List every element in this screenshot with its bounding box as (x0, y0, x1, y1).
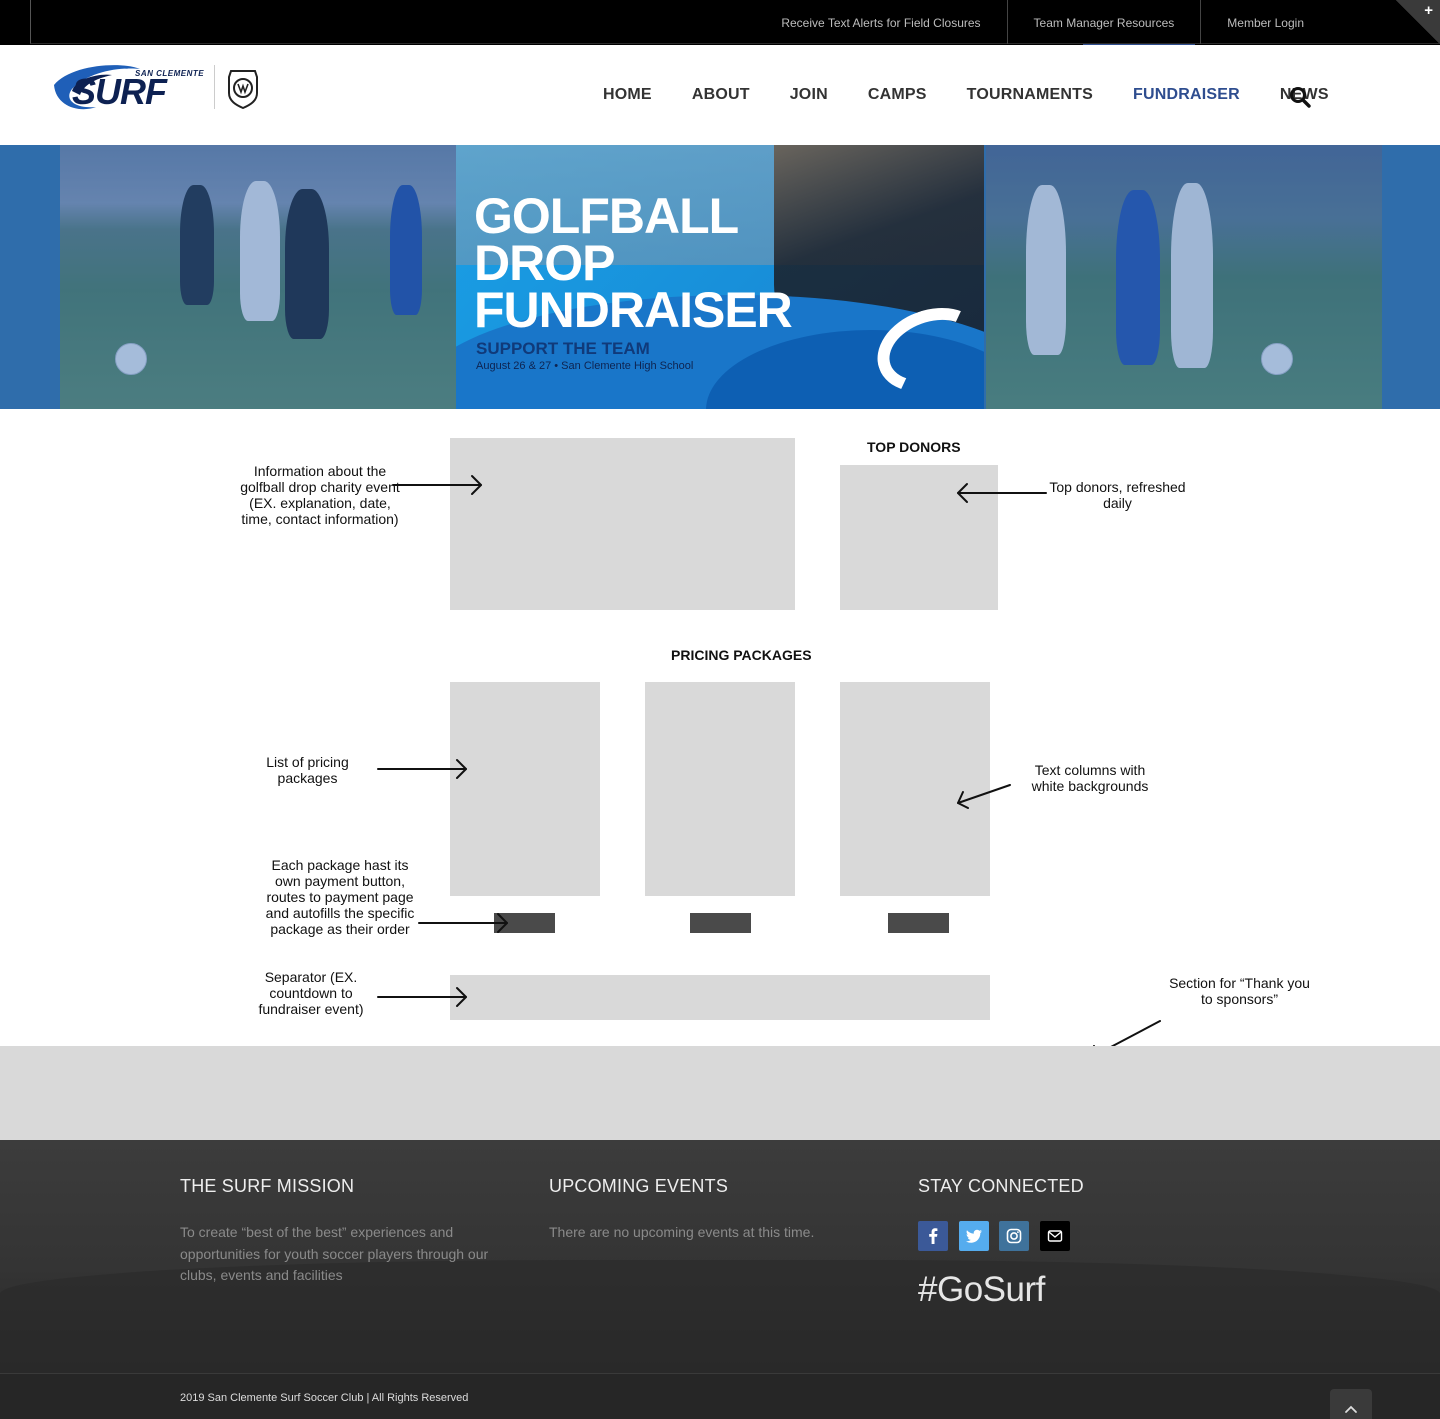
nav-tournaments[interactable]: TOURNAMENTS (967, 86, 1093, 104)
nav-join[interactable]: JOIN (790, 86, 828, 104)
instagram-icon[interactable] (999, 1221, 1029, 1251)
site-footer: THE SURF MISSION To create “best of the … (0, 1140, 1440, 1373)
top-donors-heading: TOP DONORS (867, 439, 961, 455)
email-icon[interactable] (1039, 1221, 1070, 1251)
hero-title-line: DROP (474, 235, 615, 291)
photo-tint (986, 145, 1382, 409)
package-payment-button[interactable] (494, 913, 555, 933)
hero-title-line: GOLFBALL (474, 188, 739, 244)
member-login-link[interactable]: Member Login (1200, 0, 1324, 44)
copyright-text: 2019 San Clemente Surf Soccer Club | All… (180, 1392, 469, 1404)
crest-shield-icon (228, 70, 258, 110)
package-payment-button[interactable] (690, 913, 751, 933)
hero-title: GOLFBALL DROP FUNDRAISER (474, 188, 793, 338)
facebook-icon[interactable] (918, 1221, 948, 1251)
nav-home[interactable]: HOME (603, 86, 652, 104)
pricing-package-card (645, 682, 795, 896)
utility-bar-frame: Receive Text Alerts for Field Closures T… (30, 0, 1440, 44)
logo-wordmark: SURF (72, 71, 167, 112)
annotation-payment-button: Each package hast its own payment button… (265, 857, 415, 937)
annotation-sponsors: Section for “Thank you to sponsors” (1169, 975, 1310, 1007)
utility-bar: Receive Text Alerts for Field Closures T… (0, 0, 1440, 45)
pricing-packages-heading: PRICING PACKAGES (671, 647, 812, 663)
surf-logo[interactable]: SAN CLEMENTE SURF (50, 59, 210, 115)
hero-banner: GOLFBALL DROP FUNDRAISER SUPPORT THE TEA… (0, 145, 1440, 409)
stay-connected-heading: STAY CONNECTED (918, 1176, 1084, 1196)
mission-heading: THE SURF MISSION (180, 1176, 355, 1196)
annotation-event-info: Information about the golfball drop char… (240, 463, 400, 527)
social-links (918, 1221, 1080, 1251)
events-heading: UPCOMING EVENTS (549, 1176, 729, 1196)
top-donors-placeholder (840, 465, 998, 610)
twitter-icon[interactable] (958, 1221, 989, 1251)
events-text: There are no upcoming events at this tim… (549, 1224, 815, 1240)
copyright-bar: 2019 San Clemente Surf Soccer Club | All… (0, 1373, 1440, 1419)
search-icon[interactable] (1289, 86, 1311, 108)
team-manager-resources-link[interactable]: Team Manager Resources (1006, 0, 1201, 44)
club-crest-icon[interactable] (226, 67, 260, 110)
hero-date: August 26 & 27 • San Clemente High Schoo… (476, 360, 694, 372)
sponsors-section-placeholder (0, 1046, 1440, 1140)
hero-title-line: FUNDRAISER (474, 282, 793, 338)
back-to-top-button[interactable] (1330, 1389, 1372, 1419)
annotation-top-donors: Top donors, refreshed daily (1049, 479, 1186, 511)
hero-photo-left (60, 145, 456, 409)
nav-about[interactable]: ABOUT (692, 86, 750, 104)
site-header: SAN CLEMENTE SURF HOME ABOUT JOIN CAMPS … (0, 45, 1440, 145)
plus-icon: + (1424, 2, 1433, 19)
logo-divider (214, 65, 215, 109)
pricing-package-card (840, 682, 990, 896)
annotation-separator: Separator (EX. countdown to fundraiser e… (258, 969, 364, 1017)
chevron-up-icon (1345, 1405, 1357, 1413)
pricing-package-card (450, 682, 600, 896)
text-alerts-link[interactable]: Receive Text Alerts for Field Closures (755, 0, 1006, 44)
nav-camps[interactable]: CAMPS (868, 86, 927, 104)
main-nav: HOME ABOUT JOIN CAMPS TOURNAMENTS FUNDRA… (583, 86, 1349, 104)
nav-fundraiser[interactable]: FUNDRAISER (1133, 86, 1240, 104)
annotation-pricing-list: List of pricing packages (266, 754, 349, 786)
fundraiser-graphic: GOLFBALL DROP FUNDRAISER SUPPORT THE TEA… (456, 145, 984, 409)
hero-subtitle: SUPPORT THE TEAM (476, 339, 650, 358)
hashtag-text: #GoSurf (918, 1270, 1045, 1309)
annotation-text-columns: Text columns with white backgrounds (1031, 762, 1149, 794)
mission-text: To create “best of the best” experiences… (180, 1224, 489, 1283)
sliding-bar-toggle[interactable]: + (1396, 0, 1440, 44)
hero-photo-right (986, 145, 1382, 409)
package-payment-button[interactable] (888, 913, 949, 933)
utility-links: Receive Text Alerts for Field Closures T… (755, 0, 1324, 44)
photo-tint (60, 145, 456, 409)
event-info-placeholder (450, 438, 795, 610)
separator-placeholder (450, 975, 990, 1020)
